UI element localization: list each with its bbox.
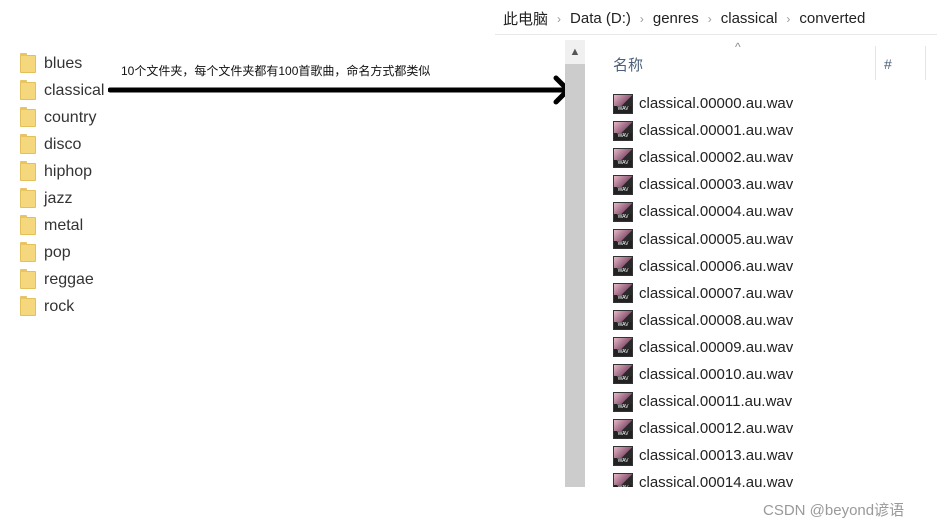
file-name: classical.00010.au.wav (639, 365, 794, 383)
folder-label: hiphop (44, 162, 93, 180)
file-name: classical.00006.au.wav (639, 257, 794, 275)
folder-label: country (44, 108, 97, 126)
file-name: classical.00009.au.wav (639, 338, 794, 356)
file-row[interactable]: WAV classical.00006.au.wav (613, 253, 793, 280)
wav-file-icon: WAV (613, 337, 633, 358)
column-divider[interactable] (925, 46, 926, 80)
folder-icon (20, 160, 36, 181)
wav-file-icon: WAV (613, 256, 633, 277)
chevron-right-icon: › (707, 11, 712, 26)
chevron-right-icon: › (786, 11, 791, 26)
column-divider[interactable] (875, 46, 876, 80)
wav-file-icon: WAV (613, 147, 633, 168)
breadcrumb-item[interactable]: genres (653, 10, 699, 27)
wav-file-icon: WAV (613, 201, 633, 222)
chevron-right-icon: › (557, 11, 562, 26)
file-name: classical.00014.au.wav (639, 474, 794, 487)
file-row[interactable]: WAV classical.00005.au.wav (613, 225, 793, 252)
folder-icon (20, 188, 36, 209)
folder-label: jazz (44, 190, 73, 208)
folder-item[interactable]: rock (20, 294, 104, 321)
file-row[interactable]: WAV classical.00011.au.wav (613, 388, 793, 415)
folder-label: blues (44, 54, 83, 72)
file-name: classical.00000.au.wav (639, 95, 794, 113)
wav-file-icon: WAV (613, 93, 633, 114)
file-list: ^ 名称 # WAV classical.00000.au.wav WAV class… (585, 40, 937, 487)
file-row[interactable]: WAV classical.00004.au.wav (613, 198, 793, 225)
folder-item[interactable]: reggae (20, 267, 104, 294)
file-name: classical.00011.au.wav (639, 393, 793, 411)
folder-label: disco (44, 135, 82, 153)
folder-icon (20, 242, 36, 263)
wav-file-icon: WAV (613, 445, 633, 466)
scroll-up-button[interactable]: ▲ (565, 40, 585, 64)
file-name: classical.00003.au.wav (639, 176, 794, 194)
folder-icon (20, 133, 36, 154)
column-header-name[interactable]: 名称 (613, 54, 643, 75)
folder-icon (20, 52, 36, 73)
file-name: classical.00007.au.wav (639, 284, 794, 302)
folder-icon (20, 269, 36, 290)
wav-file-icon: WAV (613, 364, 633, 385)
folder-label: metal (44, 217, 84, 235)
folder-item[interactable]: country (20, 104, 104, 131)
column-header-number[interactable]: # (884, 56, 892, 72)
folder-label: reggae (44, 271, 94, 289)
file-row[interactable]: WAV classical.00009.au.wav (613, 334, 793, 361)
watermark: CSDN @beyond谚语 (763, 502, 905, 519)
file-row[interactable]: WAV classical.00001.au.wav (613, 117, 793, 144)
wav-file-icon: WAV (613, 283, 633, 304)
folder-item[interactable]: metal (20, 213, 104, 240)
folder-item[interactable]: disco (20, 131, 104, 158)
file-row[interactable]: WAV classical.00003.au.wav (613, 171, 793, 198)
folder-icon (20, 106, 36, 127)
file-name: classical.00012.au.wav (639, 420, 794, 438)
sort-ascending-icon: ^ (735, 40, 741, 54)
folder-item[interactable]: jazz (20, 185, 104, 212)
chevron-right-icon: › (639, 11, 644, 26)
file-row[interactable]: WAV classical.00007.au.wav (613, 280, 793, 307)
wav-file-icon: WAV (613, 310, 633, 331)
folder-list: blues classical country disco hiphop jazz meta… (20, 50, 104, 321)
file-name: classical.00001.au.wav (639, 122, 794, 140)
file-name: classical.00013.au.wav (639, 447, 794, 465)
wav-file-icon: WAV (613, 174, 633, 195)
folder-item[interactable]: classical (20, 77, 104, 104)
file-name: classical.00005.au.wav (639, 230, 794, 248)
file-row[interactable]: WAV classical.00010.au.wav (613, 361, 793, 388)
arrow-annotation (108, 75, 571, 105)
folder-label: pop (44, 244, 71, 262)
wav-file-icon: WAV (613, 229, 633, 250)
folder-icon (20, 79, 36, 100)
folder-item[interactable]: hiphop (20, 158, 104, 185)
wav-file-icon: WAV (613, 472, 633, 487)
folder-icon (20, 296, 36, 317)
breadcrumb-item[interactable]: classical (721, 10, 778, 27)
file-row[interactable]: WAV classical.00000.au.wav (613, 90, 793, 117)
folder-label: classical (44, 81, 105, 99)
breadcrumb-item[interactable]: 此电脑 (503, 8, 548, 29)
file-row[interactable]: WAV classical.00014.au.wav (613, 469, 793, 487)
file-row[interactable]: WAV classical.00013.au.wav (613, 442, 793, 469)
file-row[interactable]: WAV classical.00012.au.wav (613, 415, 793, 442)
folder-item[interactable]: pop (20, 240, 104, 267)
file-name: classical.00004.au.wav (639, 203, 794, 221)
file-name: classical.00002.au.wav (639, 149, 794, 167)
file-row[interactable]: WAV classical.00002.au.wav (613, 144, 793, 171)
scrollbar[interactable]: ▲ (565, 40, 585, 487)
breadcrumb-item[interactable]: converted (799, 10, 865, 27)
wav-file-icon: WAV (613, 391, 633, 412)
breadcrumb: 此电脑 › Data (D:) › genres › classical › converted (495, 3, 937, 35)
wav-file-icon: WAV (613, 418, 633, 439)
breadcrumb-item[interactable]: Data (D:) (570, 10, 631, 27)
wav-file-icon: WAV (613, 120, 633, 141)
folder-icon (20, 215, 36, 236)
folder-label: rock (44, 298, 75, 316)
folder-item[interactable]: blues (20, 50, 104, 77)
file-row[interactable]: WAV classical.00008.au.wav (613, 307, 793, 334)
file-name: classical.00008.au.wav (639, 311, 794, 329)
